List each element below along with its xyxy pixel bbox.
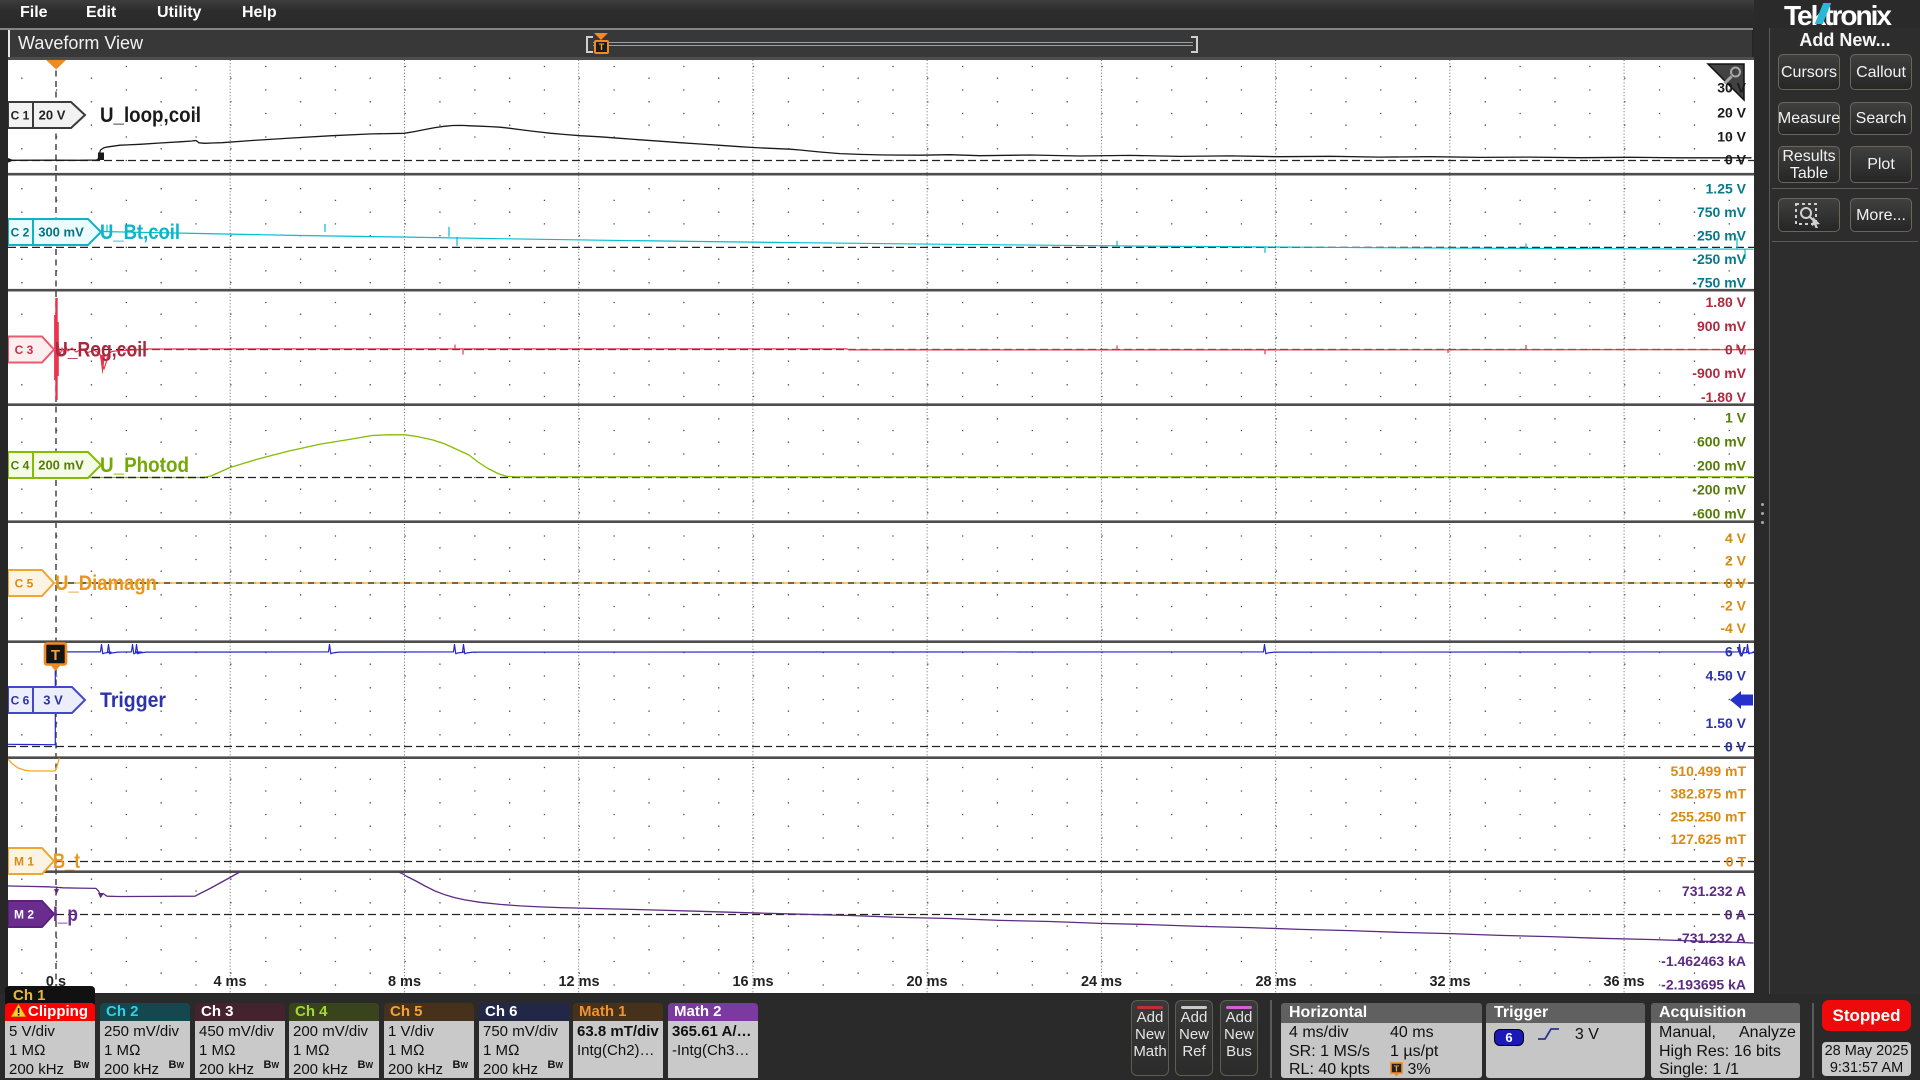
svg-text:-900 mV: -900 mV xyxy=(1692,365,1746,381)
svg-text:-200 mV: -200 mV xyxy=(1692,482,1746,498)
svg-text:382.875 mT: 382.875 mT xyxy=(1671,786,1747,802)
svg-text:20 V: 20 V xyxy=(1717,105,1746,121)
svg-text:I_p: I_p xyxy=(53,903,78,926)
svg-text:1.80 V: 1.80 V xyxy=(1706,294,1747,310)
svg-text:C 3: C 3 xyxy=(15,343,34,357)
svg-text:U_Rog,coil: U_Rog,coil xyxy=(55,339,147,362)
svg-text:12 ms: 12 ms xyxy=(558,974,599,990)
svg-text:36 ms: 36 ms xyxy=(1603,974,1644,990)
svg-text:C 1: C 1 xyxy=(11,109,30,123)
svg-text:-2.193695 kA: -2.193695 kA xyxy=(1661,976,1746,992)
svg-text:28 ms: 28 ms xyxy=(1255,974,1296,990)
svg-text:32 ms: 32 ms xyxy=(1429,974,1470,990)
svg-text:U_loop,coil: U_loop,coil xyxy=(100,104,201,127)
svg-text:24 ms: 24 ms xyxy=(1081,974,1122,990)
svg-text:600 mV: 600 mV xyxy=(1697,434,1747,450)
svg-text:-600 mV: -600 mV xyxy=(1692,506,1746,522)
svg-text:20 ms: 20 ms xyxy=(906,974,947,990)
svg-text:127.625 mT: 127.625 mT xyxy=(1671,831,1747,847)
svg-text:6 V: 6 V xyxy=(1725,644,1747,660)
svg-text:C 4: C 4 xyxy=(11,459,30,473)
svg-text:B_t: B_t xyxy=(53,850,80,873)
svg-text:T: T xyxy=(51,647,60,664)
svg-text:C 2: C 2 xyxy=(11,226,30,240)
svg-text:4 V: 4 V xyxy=(1725,530,1747,546)
svg-text:200 mV: 200 mV xyxy=(1697,458,1747,474)
svg-text:30 V: 30 V xyxy=(1717,80,1746,96)
svg-text:255.250 mT: 255.250 mT xyxy=(1671,808,1747,824)
svg-text:8 ms: 8 ms xyxy=(388,974,421,990)
svg-text:M 1: M 1 xyxy=(14,855,34,869)
svg-text:-4 V: -4 V xyxy=(1720,620,1746,636)
svg-text:4 ms: 4 ms xyxy=(213,974,246,990)
svg-text:0 V: 0 V xyxy=(1725,342,1747,358)
svg-text:16 ms: 16 ms xyxy=(732,974,773,990)
svg-text:4.50 V: 4.50 V xyxy=(1706,667,1747,683)
svg-text:250 mV: 250 mV xyxy=(1697,228,1747,244)
svg-text:U_Diamagn: U_Diamagn xyxy=(55,572,157,595)
svg-text:0 V: 0 V xyxy=(1725,575,1747,591)
svg-text:C 5: C 5 xyxy=(15,577,34,591)
svg-text:1 V: 1 V xyxy=(1725,410,1747,426)
svg-text:U_Bt,coil: U_Bt,coil xyxy=(100,221,180,244)
svg-text:-750 mV: -750 mV xyxy=(1692,275,1746,291)
svg-text:C 6: C 6 xyxy=(11,694,30,708)
svg-text:900 mV: 900 mV xyxy=(1697,318,1747,334)
svg-text:0 V: 0 V xyxy=(1725,739,1747,755)
svg-text:-2 V: -2 V xyxy=(1720,598,1746,614)
svg-text:200 mV: 200 mV xyxy=(38,458,84,473)
svg-text:1.50 V: 1.50 V xyxy=(1706,715,1747,731)
svg-text:0 V: 0 V xyxy=(1725,152,1747,168)
svg-text:20 V: 20 V xyxy=(39,108,66,123)
svg-text:300 mV: 300 mV xyxy=(38,225,84,240)
svg-text:0 T: 0 T xyxy=(1726,854,1747,870)
svg-text:510.499 mT: 510.499 mT xyxy=(1671,763,1747,779)
svg-text:T: T xyxy=(1394,1064,1400,1074)
svg-text:U_Photod: U_Photod xyxy=(100,454,189,477)
svg-text:-1.462463 kA: -1.462463 kA xyxy=(1661,953,1746,969)
svg-text:10 V: 10 V xyxy=(1717,129,1746,145)
svg-text:1.25 V: 1.25 V xyxy=(1706,181,1747,197)
svg-text:M 2: M 2 xyxy=(14,908,34,922)
svg-text:750 mV: 750 mV xyxy=(1697,204,1747,220)
svg-text:-731.232 A: -731.232 A xyxy=(1677,930,1746,946)
svg-text:3 V: 3 V xyxy=(43,693,63,708)
svg-text:0 A: 0 A xyxy=(1725,907,1746,923)
svg-text:Trigger: Trigger xyxy=(100,689,166,712)
svg-text:-250 mV: -250 mV xyxy=(1692,251,1746,267)
svg-text:731.232 A: 731.232 A xyxy=(1682,883,1746,899)
svg-text:-1.80 V: -1.80 V xyxy=(1701,389,1747,405)
svg-text:2 V: 2 V xyxy=(1725,553,1747,569)
